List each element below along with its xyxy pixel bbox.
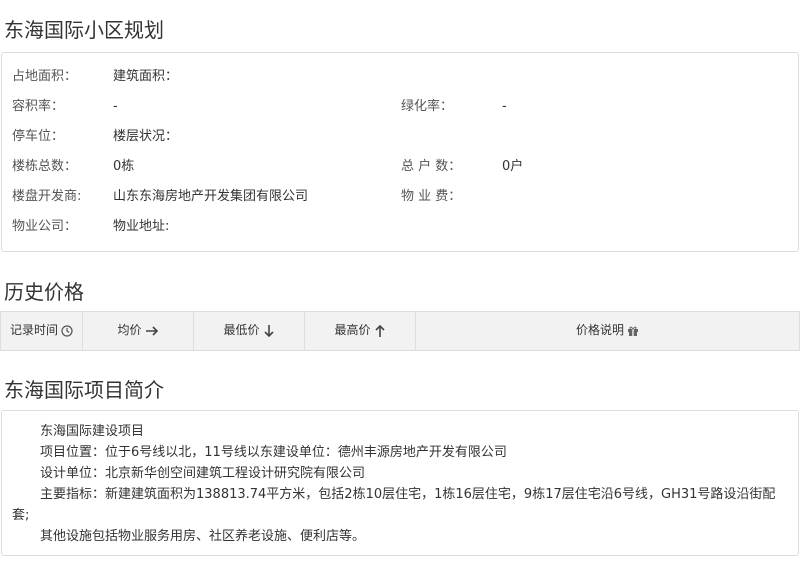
land-area-label: 占地面积： [12, 69, 78, 84]
info-row-area: 占地面积： 建筑面积： [2, 62, 798, 92]
parking-label: 停车位： [12, 129, 65, 144]
intro-line-2: 项目位置：位于6号线以北，11号线以东建设单位：德州丰源房地产开发有限公司 [40, 445, 507, 460]
arrow-up-icon [374, 324, 385, 337]
floor-status-label: 楼层状况： [113, 129, 179, 144]
developer-label: 楼盘开发商: [12, 189, 82, 204]
intro-line-1: 东海国际建设项目 [40, 424, 145, 439]
property-fee-label: 物 业 费： [401, 189, 462, 204]
plot-ratio-value: - [113, 99, 118, 114]
info-row-parking: 停车位： 楼层状况： [2, 122, 798, 152]
property-company-label: 物业公司： [12, 219, 78, 234]
arrow-down-icon [263, 324, 274, 337]
price-history-table-header: 记录时间 均价 最低价 最高价 价格说明 [0, 311, 800, 351]
plot-ratio-label: 容积率： [12, 99, 65, 114]
intro-section-title: 东海国际项目简介 [4, 378, 164, 402]
min-price-label: 最低价 [223, 323, 260, 337]
price-note-label: 价格说明 [575, 323, 624, 337]
green-ratio-value: - [502, 99, 507, 114]
households-label: 总 户 数： [401, 159, 462, 174]
build-area-label: 建筑面积： [113, 69, 179, 84]
intro-line-5: 其他设施包括物业服务用房、社区养老设施、便利店等。 [40, 529, 366, 544]
column-header-max-price[interactable]: 最高价 [305, 312, 416, 350]
max-price-label: 最高价 [334, 323, 371, 337]
buildings-label: 楼栋总数： [12, 159, 78, 174]
column-header-price-note[interactable]: 价格说明 [416, 312, 799, 350]
record-time-label: 记录时间 [9, 323, 58, 337]
clock-icon [61, 324, 73, 337]
households-value: 0户 [502, 159, 524, 174]
history-section-title: 历史价格 [4, 280, 84, 304]
gift-icon [628, 326, 638, 336]
intro-line-4: 主要指标：新建建筑面积为138813.74平方米，包括2栋10层住宅，1栋16层… [12, 487, 776, 523]
buildings-value: 0栋 [113, 159, 135, 174]
average-price-label: 均价 [117, 323, 142, 337]
developer-value: 山东东海房地产开发集团有限公司 [113, 189, 309, 204]
info-row-developer: 楼盘开发商: 山东东海房地产开发集团有限公司 物 业 费： [2, 182, 798, 212]
plan-info-panel: 占地面积： 建筑面积： 容积率： - 绿化率： - 停车位： 楼层状况： 楼栋总… [1, 52, 799, 252]
project-intro-panel: 东海国际建设项目 项目位置：位于6号线以北，11号线以东建设单位：德州丰源房地产… [1, 410, 799, 556]
info-row-buildings: 楼栋总数： 0栋 总 户 数： 0户 [2, 152, 798, 182]
intro-line-3: 设计单位：北京新华创空间建筑工程设计研究院有限公司 [40, 466, 366, 481]
green-ratio-label: 绿化率： [401, 99, 454, 114]
plan-section-title: 东海国际小区规划 [4, 18, 164, 42]
arrow-right-icon [145, 325, 158, 336]
property-address-label: 物业地址: [113, 219, 170, 234]
info-row-ratio: 容积率： - 绿化率： - [2, 92, 798, 122]
column-header-average-price[interactable]: 均价 [83, 312, 194, 350]
info-row-property: 物业公司： 物业地址: [2, 212, 798, 242]
column-header-min-price[interactable]: 最低价 [194, 312, 305, 350]
column-header-record-time[interactable]: 记录时间 [1, 312, 83, 350]
